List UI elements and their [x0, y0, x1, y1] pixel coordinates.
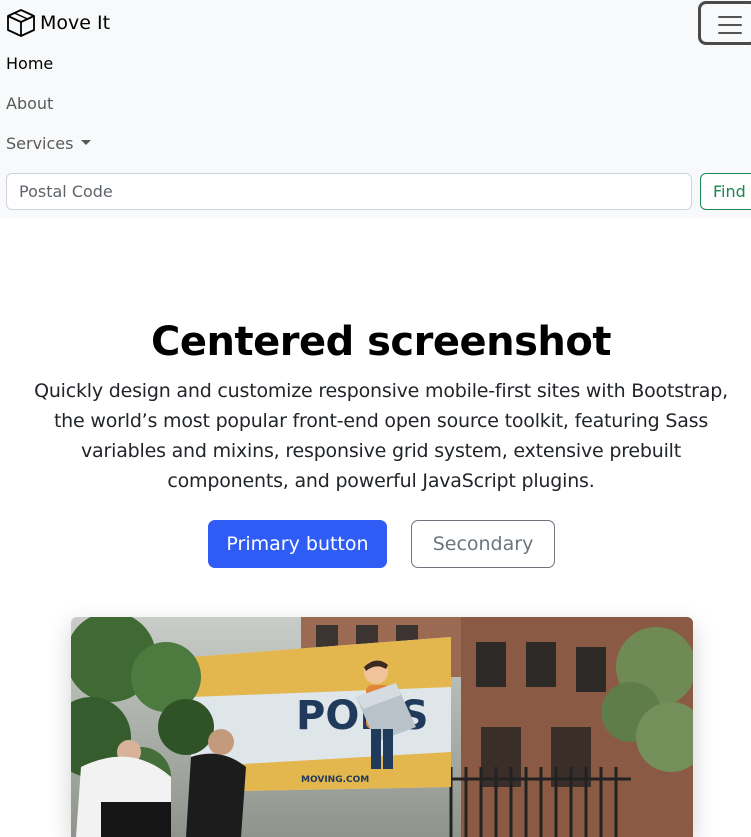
brand-link[interactable]: Move It: [6, 8, 110, 38]
hero-screenshot-image: POLIS MOVING.COM: [71, 617, 693, 837]
truck-url-text: MOVING.COM: [301, 775, 369, 785]
nav-item-home[interactable]: Home: [6, 53, 53, 75]
nav-item-services-dropdown[interactable]: Services: [6, 133, 92, 155]
navbar-toggler-button[interactable]: [698, 1, 751, 45]
brand-name: Move It: [40, 12, 111, 34]
nav-item-about[interactable]: About: [6, 93, 53, 115]
secondary-button[interactable]: Secondary: [411, 520, 555, 568]
box-icon: [6, 8, 36, 38]
find-button[interactable]: Find: [700, 173, 751, 210]
hero-title: Centered screenshot: [151, 319, 612, 365]
primary-button[interactable]: Primary button: [208, 520, 387, 568]
hero-lead: Quickly design and customize responsive …: [34, 380, 728, 492]
postal-code-input[interactable]: [6, 173, 692, 210]
caret-down-icon: [81, 140, 92, 145]
nav-item-services-label: Services: [6, 134, 74, 153]
navbar: Move It Home About Services Find: [0, 0, 751, 218]
